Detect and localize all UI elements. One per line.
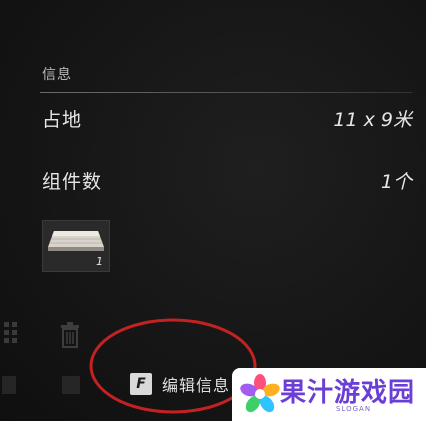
watermark-logo-text: 果汁游戏园 [280, 378, 416, 408]
component-count-label: 组件数 [42, 171, 103, 193]
f-key-icon: F [130, 373, 152, 395]
component-count-value: 1个 [380, 171, 412, 193]
site-watermark: 果汁游戏园 SLOGAN [232, 368, 426, 421]
footprint-value: 11 x 9米 [333, 109, 412, 131]
wooden-platform-thumbnail [48, 231, 104, 251]
layer-icon[interactable] [2, 376, 16, 394]
watermark-slogan: SLOGAN [336, 405, 372, 413]
edit-info-button[interactable]: F 编辑信息 [130, 372, 230, 396]
footprint-label: 占地 [42, 109, 83, 131]
edit-info-label: 编辑信息 [162, 376, 231, 395]
trash-icon[interactable] [60, 322, 80, 348]
section-divider [40, 92, 412, 93]
component-item-slot[interactable]: 1 [42, 220, 110, 272]
info-section-title: 信息 [42, 67, 72, 83]
item-slot-count: 1 [96, 255, 103, 268]
flower-logo-icon [240, 374, 280, 413]
grid-icon[interactable] [4, 322, 18, 344]
toolbar-icon[interactable] [62, 376, 80, 394]
